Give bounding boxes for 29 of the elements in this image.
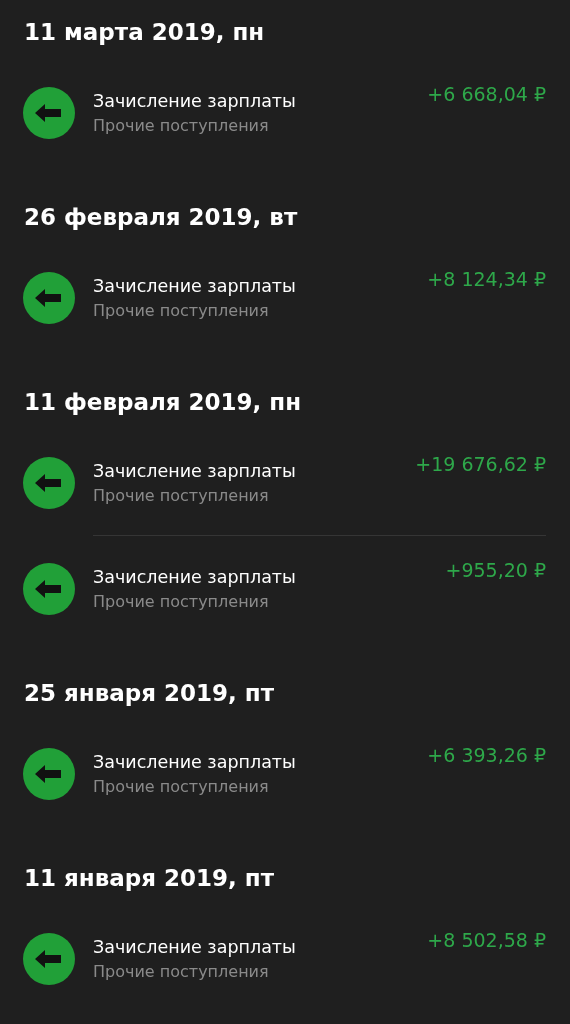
transaction-amount: +6 393,26 ₽	[427, 743, 546, 768]
transaction-amount: +6 668,04 ₽	[427, 82, 546, 107]
arrow-left-icon	[23, 747, 75, 800]
transaction-category: Прочие поступления	[93, 590, 270, 613]
transaction-title: Зачисление зарплаты	[93, 274, 297, 298]
transaction-category: Прочие поступления	[93, 960, 270, 983]
transaction-amount: +19 676,62 ₽	[415, 452, 546, 477]
date-heading: 11 февраля 2019, пн	[23, 388, 303, 417]
transaction-title: Зачисление зарплаты	[93, 750, 297, 774]
date-heading: 11 марта 2019, пн	[23, 18, 266, 47]
transaction-category: Прочие поступления	[93, 299, 270, 322]
transaction-amount: +955,20 ₽	[445, 558, 546, 583]
transaction-title: Зачисление зарплаты	[93, 935, 297, 959]
arrow-left-icon	[23, 932, 75, 985]
transaction-amount: +8 124,34 ₽	[427, 267, 546, 292]
date-heading: 26 февраля 2019, вт	[23, 203, 299, 232]
arrow-left-icon	[23, 271, 75, 324]
transaction-amount: +8 502,58 ₽	[427, 928, 546, 953]
transaction-category: Прочие поступления	[93, 775, 270, 798]
transaction-category: Прочие поступления	[93, 484, 270, 507]
transaction-title: Зачисление зарплаты	[93, 459, 297, 483]
arrow-left-icon	[23, 86, 75, 139]
date-heading: 11 января 2019, пт	[23, 864, 275, 893]
transaction-title: Зачисление зарплаты	[93, 89, 297, 113]
transaction-title: Зачисление зарплаты	[93, 565, 297, 589]
arrow-left-icon	[23, 562, 75, 615]
transaction-category: Прочие поступления	[93, 114, 270, 137]
arrow-left-icon	[23, 456, 75, 509]
date-heading: 25 января 2019, пт	[23, 679, 275, 708]
